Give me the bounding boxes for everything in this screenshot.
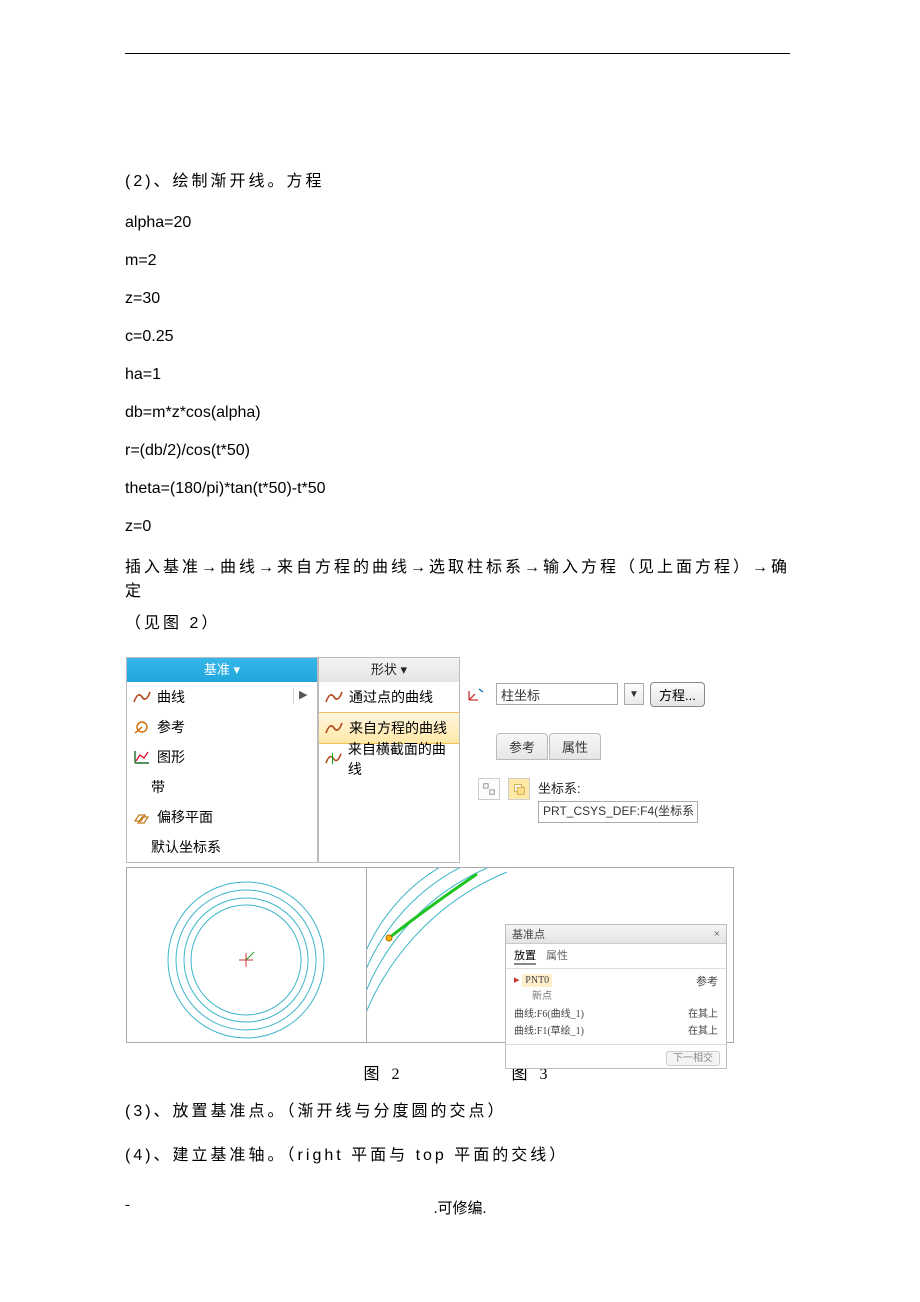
coord-type-field[interactable]: 柱坐标 xyxy=(496,683,618,705)
menu-label: 偏移平面 xyxy=(157,807,213,827)
point-name[interactable]: PNT0 xyxy=(522,974,552,987)
flyout-label: 通过点的曲线 xyxy=(349,687,433,707)
equation-line: alpha=20 xyxy=(125,214,790,232)
menu-label: 曲线 xyxy=(157,687,185,707)
figure-sketch-row: 基准点 × 放置 属性 ▸ PNT0 参考 xyxy=(126,867,789,1043)
flyout-label: 来自方程的曲线 xyxy=(349,718,447,738)
equation-line: theta=(180/pi)*tan(t*50)-t*50 xyxy=(125,480,790,498)
coord-type-dropdown[interactable]: ▼ xyxy=(624,683,644,705)
equation-line: ha=1 xyxy=(125,366,790,384)
procedure-line-2: （见图 2） xyxy=(125,612,790,636)
equation-line: z=0 xyxy=(125,518,790,536)
ref-row-name: 曲线:F1(草绘_1) xyxy=(514,1022,584,1037)
page-footer: - .可修编. xyxy=(125,1197,790,1218)
menu-item-band[interactable]: 带 xyxy=(127,772,317,802)
step-4: (4)、建立基准轴。（right 平面与 top 平面的交线） xyxy=(125,1144,790,1168)
csys-tool-icon[interactable] xyxy=(466,686,484,702)
dialog-title: 基准点 xyxy=(512,926,545,942)
flyout-through-points[interactable]: 通过点的曲线 xyxy=(319,682,459,712)
ref-row-state: 在其上 xyxy=(688,1005,718,1020)
menu-item-graph[interactable]: 图形 xyxy=(127,742,317,772)
submenu-arrow-icon: ▶ xyxy=(293,688,313,704)
reference-icon xyxy=(133,719,151,735)
curve-icon xyxy=(133,689,151,705)
curve-icon xyxy=(325,720,343,736)
curve-section-icon xyxy=(325,751,342,767)
content: (2)、绘制渐开线。方程 alpha=20 m=2 z=30 c=0.25 ha… xyxy=(125,170,790,1188)
step-3: (3)、放置基准点。（渐开线与分度圆的交点） xyxy=(125,1100,790,1124)
figure-3-sketch: 基准点 × 放置 属性 ▸ PNT0 参考 xyxy=(367,867,734,1043)
footer-dash: - xyxy=(125,1197,130,1214)
ribbon-block: 柱坐标 ▼ 方程... 参考 属性 xyxy=(466,657,746,863)
graph-icon xyxy=(133,749,151,765)
csys-label: 坐标系: xyxy=(538,778,698,797)
figure-2-menus: 基准 ▾ 曲线 ▶ 参考 xyxy=(125,656,790,1044)
new-point[interactable]: 新点 xyxy=(532,987,718,1002)
flyout-label: 来自横截面的曲线 xyxy=(348,739,453,779)
next-intersect-button[interactable]: 下一相交 xyxy=(666,1051,720,1066)
layout-icon-1[interactable] xyxy=(478,778,500,800)
equation-line: db=m*z*cos(alpha) xyxy=(125,404,790,422)
footer-editable: .可修编. xyxy=(125,1197,790,1218)
curve-flyout: 形状 ▾ 通过点的曲线 来自方程的曲线 xyxy=(318,657,460,863)
close-icon[interactable]: × xyxy=(714,928,720,940)
menu-item-offset-plane[interactable]: 偏移平面 xyxy=(127,802,317,832)
datum-menu-header[interactable]: 基准 ▾ xyxy=(127,658,317,682)
figure-2-sketch xyxy=(126,867,367,1043)
menu-item-default-csys[interactable]: 默认坐标系 xyxy=(127,832,317,862)
ref-header: 参考 xyxy=(696,973,718,989)
caption-fig2: 图 2 xyxy=(363,1060,403,1084)
menu-label: 图形 xyxy=(157,747,185,767)
equation-line: c=0.25 xyxy=(125,328,790,346)
equation-line: z=30 xyxy=(125,290,790,308)
offset-plane-icon xyxy=(133,809,151,825)
ref-row-name: 曲线:F6(曲线_1) xyxy=(514,1005,584,1020)
menu-label: 参考 xyxy=(157,717,185,737)
tab-reference[interactable]: 参考 xyxy=(496,733,548,760)
csys-field[interactable]: PRT_CSYS_DEF:F4(坐标系 xyxy=(538,801,698,823)
section-2-title: (2)、绘制渐开线。方程 xyxy=(125,170,790,194)
tab-attributes-2[interactable]: 属性 xyxy=(546,947,568,965)
header-rule xyxy=(125,53,790,54)
equation-line: r=(db/2)/cos(t*50) xyxy=(125,442,790,460)
menu-label: 默认坐标系 xyxy=(151,837,221,857)
tab-placement[interactable]: 放置 xyxy=(514,947,536,965)
flyout-from-section[interactable]: 来自横截面的曲线 xyxy=(319,744,459,774)
menu-item-curve[interactable]: 曲线 ▶ xyxy=(127,682,317,712)
tab-attributes[interactable]: 属性 xyxy=(549,733,601,760)
procedure-line-1: 插入基准→曲线→来自方程的曲线→选取柱标系→输入方程（见上面方程）→确定 xyxy=(125,556,790,604)
datum-point-dialog: 基准点 × 放置 属性 ▸ PNT0 参考 xyxy=(505,924,727,1069)
equation-line: m=2 xyxy=(125,252,790,270)
shape-header[interactable]: 形状 ▾ xyxy=(319,658,459,682)
ref-row-state: 在其上 xyxy=(688,1022,718,1037)
menu-item-reference[interactable]: 参考 xyxy=(127,712,317,742)
copy-icon[interactable] xyxy=(508,778,530,800)
menu-label: 带 xyxy=(151,777,165,797)
datum-menu: 基准 ▾ 曲线 ▶ 参考 xyxy=(126,657,318,863)
curve-icon xyxy=(325,689,343,705)
page: (2)、绘制渐开线。方程 alpha=20 m=2 z=30 c=0.25 ha… xyxy=(0,0,920,1302)
equation-button[interactable]: 方程... xyxy=(650,682,705,707)
